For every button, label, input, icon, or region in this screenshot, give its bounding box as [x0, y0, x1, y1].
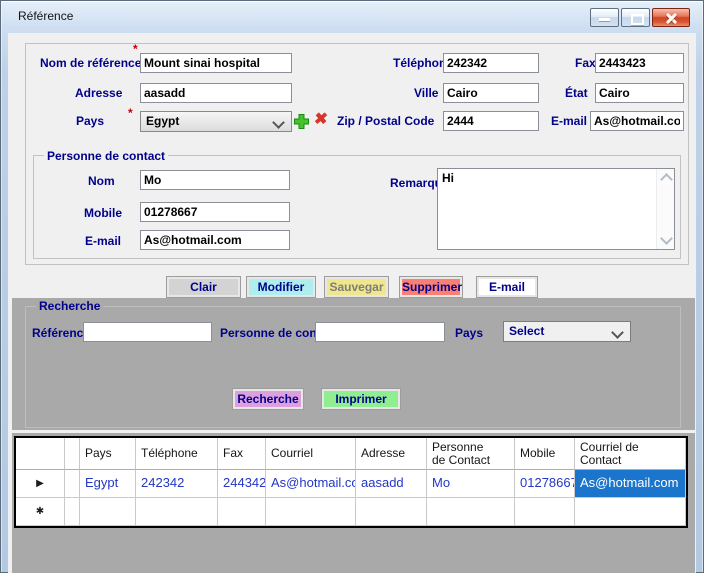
pays-label: Pays	[76, 114, 104, 128]
grid-cell-telephone[interactable]: 242342	[136, 470, 218, 498]
grid-header-courriel[interactable]: Courriel	[266, 438, 356, 470]
scroll-down-icon[interactable]	[660, 232, 673, 245]
reference-name-input[interactable]	[140, 53, 292, 73]
pays-required-marker: *	[128, 106, 133, 120]
grid-cell-courriel[interactable]: As@hotmail.com	[266, 470, 356, 498]
grid-cell[interactable]	[266, 498, 356, 526]
zip-input[interactable]	[443, 111, 539, 131]
pays-combobox-value: Egypt	[146, 114, 179, 128]
imprimer-button[interactable]: Imprimer	[322, 389, 400, 409]
telephone-label: Téléphone	[393, 56, 443, 70]
grid-header-spacer	[65, 438, 80, 470]
zip-label: Zip / Postal Code	[337, 114, 434, 128]
grid-cell[interactable]	[575, 498, 686, 526]
ville-label: Ville	[414, 86, 438, 100]
grid-cell[interactable]	[65, 498, 80, 526]
grid-cell-mobile[interactable]: 01278667	[515, 470, 575, 498]
contact-nom-input[interactable]	[140, 170, 290, 190]
telephone-input[interactable]	[443, 53, 539, 73]
reference-name-required-marker: *	[133, 42, 138, 56]
grid-cell-adresse[interactable]: aasadd	[356, 470, 427, 498]
grid-cell[interactable]	[136, 498, 218, 526]
search-pays-select-value: Select	[509, 324, 544, 338]
chevron-down-icon	[272, 116, 285, 129]
grid-cell-courriel-contact-selected[interactable]: As@hotmail.com	[575, 470, 686, 498]
grid-row-indicator[interactable]: ▶	[16, 470, 65, 498]
grid-cell-fax[interactable]: 2443423	[218, 470, 266, 498]
supprimer-button[interactable]: Supprimer	[400, 277, 462, 297]
clair-button[interactable]: Clair	[167, 277, 240, 297]
recherche-button[interactable]: Recherche	[233, 389, 303, 409]
remarque-scrollbar[interactable]	[656, 169, 674, 249]
grid-header-rowselector	[16, 438, 65, 470]
search-pays-label: Pays	[455, 326, 483, 340]
contact-email-input[interactable]	[140, 230, 290, 250]
contact-groupbox-title: Personne de contact	[44, 149, 168, 163]
modifier-button[interactable]: Modifier	[247, 277, 315, 297]
results-grid: Pays Téléphone Fax Courriel Adresse Pers…	[14, 436, 688, 528]
email-input[interactable]	[590, 111, 684, 131]
grid-cell[interactable]	[356, 498, 427, 526]
search-contact-input[interactable]	[315, 322, 445, 342]
grid-cell[interactable]	[515, 498, 575, 526]
grid-cell[interactable]	[218, 498, 266, 526]
grid-header-fax[interactable]: Fax	[218, 438, 266, 470]
grid-newrow-indicator[interactable]: ✱	[16, 498, 65, 526]
grid-cell[interactable]	[427, 498, 515, 526]
remarque-label: Remarque	[390, 176, 437, 190]
contact-email-label: E-mail	[85, 234, 121, 248]
maximize-icon	[631, 14, 644, 25]
search-groupbox-title: Recherche	[36, 299, 103, 313]
ville-input[interactable]	[443, 83, 539, 103]
add-country-icon[interactable]	[293, 113, 310, 135]
grid-header-adresse[interactable]: Adresse	[356, 438, 427, 470]
etat-input[interactable]	[595, 83, 684, 103]
grid-header-pays[interactable]: Pays	[80, 438, 136, 470]
grid-cell[interactable]	[80, 498, 136, 526]
minimize-icon	[599, 18, 610, 21]
sauvegar-button[interactable]: Sauvegar	[325, 277, 388, 297]
search-contact-label: Personne de contact	[220, 326, 315, 340]
maximize-button[interactable]	[621, 8, 650, 27]
delete-country-icon[interactable]: ✖	[313, 112, 329, 128]
contact-nom-label: Nom	[88, 174, 115, 188]
pays-combobox[interactable]: Egypt	[140, 111, 292, 132]
grid-cell-personne[interactable]: Mo	[427, 470, 515, 498]
email-label: E-mail	[551, 114, 587, 128]
contact-mobile-label: Mobile	[84, 206, 122, 220]
contact-mobile-input[interactable]	[140, 202, 290, 222]
grid-cell-pays[interactable]: Egypt	[80, 470, 136, 498]
window-title: Référence	[18, 9, 73, 23]
fax-input[interactable]	[595, 53, 684, 73]
reference-name-label: Nom de référence	[40, 56, 141, 70]
search-pays-select[interactable]: Select	[503, 321, 631, 342]
minimize-button[interactable]	[590, 8, 619, 27]
grid-header-telephone[interactable]: Téléphone	[136, 438, 218, 470]
email-button[interactable]: E-mail	[477, 277, 537, 297]
grid-header-personne-de-contact[interactable]: Personne de Contact	[427, 438, 515, 470]
fax-label: Fax	[575, 56, 596, 70]
remarque-memo: Hi	[437, 168, 675, 250]
remarque-textarea[interactable]: Hi	[438, 169, 656, 249]
scroll-up-icon[interactable]	[660, 173, 673, 186]
grid-cell[interactable]	[65, 470, 80, 498]
adresse-label: Adresse	[75, 86, 122, 100]
grid-header-mobile[interactable]: Mobile	[515, 438, 575, 470]
close-button[interactable]	[652, 8, 690, 27]
search-reference-label: Référence	[32, 326, 83, 340]
adresse-input[interactable]	[140, 83, 292, 103]
chevron-down-icon	[611, 326, 624, 339]
grid-header-courriel-de-contact[interactable]: Courriel de Contact	[575, 438, 686, 470]
close-icon	[665, 12, 677, 24]
search-reference-input[interactable]	[83, 322, 212, 342]
etat-label: État	[565, 86, 588, 100]
